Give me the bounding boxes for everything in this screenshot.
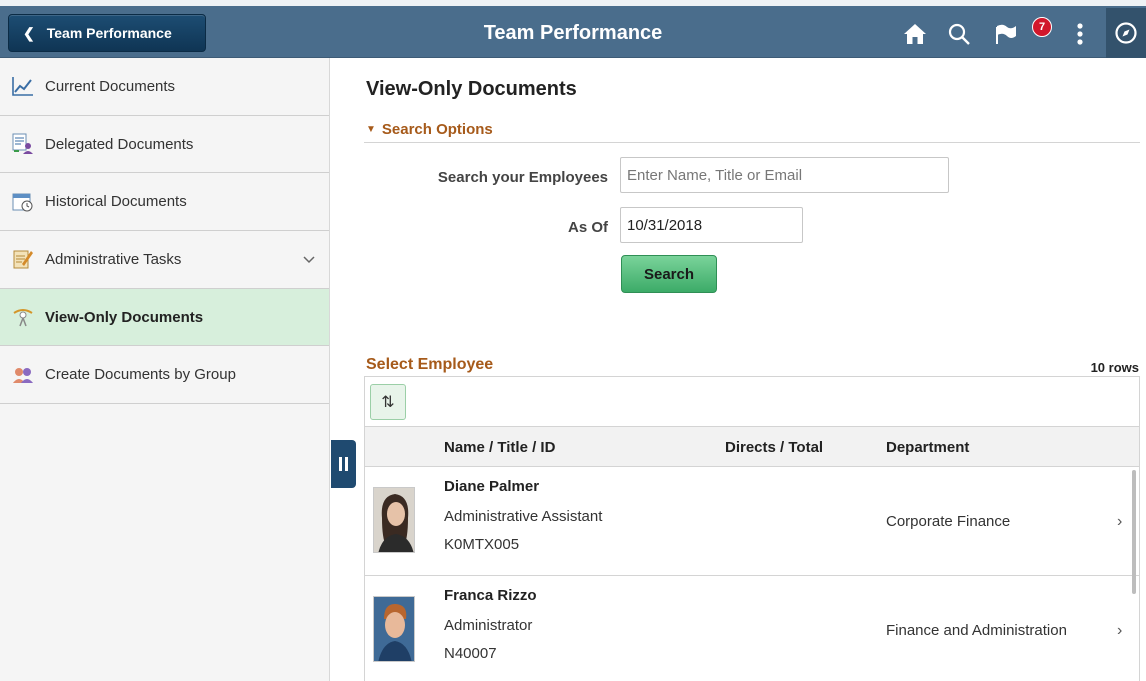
- sidebar-item-view-only-documents[interactable]: View-Only Documents: [0, 288, 329, 347]
- sidebar-item-administrative-tasks[interactable]: Administrative Tasks: [0, 231, 329, 289]
- navbar-icon[interactable]: [1106, 8, 1146, 58]
- back-button-label: Team Performance: [46, 25, 172, 41]
- grid-header: Name / Title / ID Directs / Total Depart…: [364, 426, 1140, 467]
- notification-badge: 7: [1032, 17, 1052, 37]
- table-row[interactable]: Franca Rizzo Administrator N40007 Financ…: [364, 576, 1140, 681]
- search-options-toggle[interactable]: ▼ Search Options: [366, 121, 493, 138]
- view-only-icon: [12, 306, 34, 328]
- search-button[interactable]: Search: [621, 255, 717, 293]
- employee-name: Franca Rizzo: [444, 587, 537, 604]
- sort-button[interactable]: ⇅: [370, 384, 406, 420]
- more-options-icon[interactable]: [1063, 18, 1097, 50]
- column-header-department[interactable]: Department: [886, 439, 969, 456]
- admin-tasks-icon: [12, 248, 34, 270]
- search-options-label: Search Options: [381, 121, 493, 138]
- sidebar-item-label: View-Only Documents: [45, 308, 204, 326]
- group-icon: [12, 364, 34, 386]
- collapse-sidebar-button[interactable]: [331, 440, 356, 488]
- sidebar-item-historical-documents[interactable]: Historical Documents: [0, 173, 329, 232]
- app-header: ❮ Team Performance Team Performance 7: [0, 0, 1146, 58]
- employee-id: K0MTX005: [444, 536, 520, 553]
- employee-id: N40007: [444, 645, 497, 662]
- chevron-right-icon[interactable]: ›: [1117, 622, 1122, 640]
- chevron-right-icon[interactable]: ›: [1117, 513, 1122, 531]
- main-content: View-Only Documents ▼ Search Options Sea…: [364, 58, 1146, 681]
- pause-bar-icon: [339, 457, 342, 471]
- column-header-name[interactable]: Name / Title / ID: [444, 439, 555, 456]
- grid-toolbar: ⇅: [364, 376, 1140, 426]
- triangle-down-icon: ▼: [366, 124, 376, 135]
- back-button[interactable]: ❮ Team Performance: [8, 14, 206, 52]
- employee-photo: [373, 487, 415, 553]
- search-icon[interactable]: [942, 18, 976, 50]
- table-row[interactable]: Diane Palmer Administrative Assistant K0…: [364, 467, 1140, 576]
- employee-photo: [373, 596, 415, 662]
- employee-title: Administrator: [444, 617, 533, 634]
- header-top-strip: [0, 0, 1146, 6]
- sort-icon: ⇅: [381, 394, 395, 411]
- sidebar: Current Documents Delegated Documents Hi…: [0, 58, 330, 681]
- search-employees-label: Search your Employees: [437, 169, 608, 186]
- pause-bar-icon: [345, 457, 348, 471]
- select-employee-title: Select Employee: [366, 356, 494, 373]
- column-header-directs[interactable]: Directs / Total: [725, 439, 823, 456]
- employee-name: Diane Palmer: [444, 478, 540, 495]
- as-of-date-input[interactable]: [620, 207, 803, 243]
- sidebar-item-label: Create Documents by Group: [45, 366, 236, 384]
- sidebar-item-label: Historical Documents: [45, 193, 187, 211]
- row-count: 10 rows: [1090, 360, 1139, 375]
- chevron-left-icon: ❮: [23, 24, 35, 41]
- flag-icon[interactable]: [990, 18, 1024, 50]
- home-icon[interactable]: [898, 18, 932, 50]
- employee-department: Finance and Administration: [886, 622, 1067, 639]
- sidebar-item-delegated-documents[interactable]: Delegated Documents: [0, 115, 329, 174]
- section-divider: [364, 142, 1140, 143]
- delegated-icon: [12, 133, 34, 155]
- sidebar-item-label: Administrative Tasks: [45, 250, 182, 268]
- page-title: View-Only Documents: [366, 78, 577, 100]
- chart-icon: [12, 75, 34, 97]
- sidebar-item-create-documents-by-group[interactable]: Create Documents by Group: [0, 346, 329, 405]
- chevron-down-icon[interactable]: [303, 251, 315, 268]
- calendar-clock-icon: [12, 191, 34, 213]
- sidebar-item-label: Current Documents: [45, 77, 176, 95]
- grid-scrollbar[interactable]: [1132, 470, 1136, 594]
- employee-title: Administrative Assistant: [444, 508, 603, 525]
- search-employees-input[interactable]: [620, 157, 949, 193]
- sidebar-item-current-documents[interactable]: Current Documents: [0, 58, 329, 116]
- employee-department: Corporate Finance: [886, 513, 1011, 530]
- sidebar-item-label: Delegated Documents: [45, 135, 194, 153]
- as-of-label: As Of: [567, 219, 608, 236]
